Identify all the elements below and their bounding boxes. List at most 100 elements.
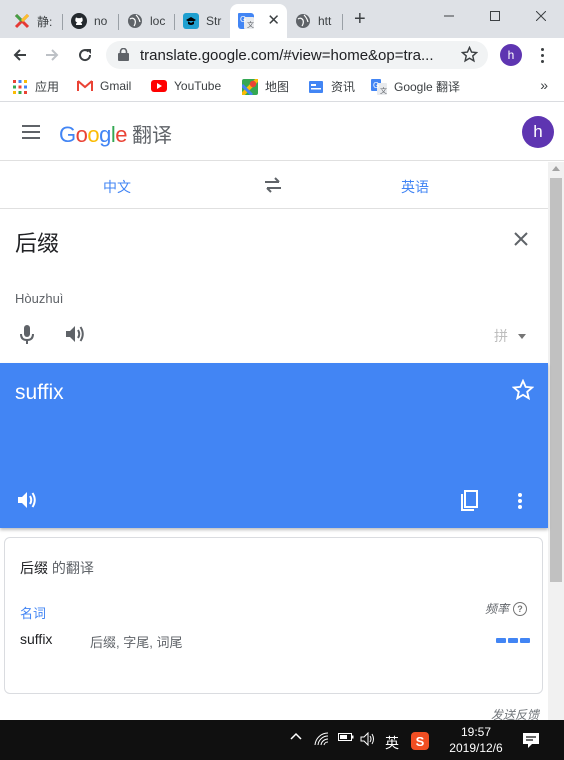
back-arrow-icon (13, 49, 26, 61)
gmail-icon (77, 78, 93, 94)
tab-github[interactable]: no (63, 4, 119, 38)
battery-button[interactable] (338, 732, 354, 742)
source-language-button[interactable]: 中文 (103, 177, 131, 197)
help-icon[interactable]: ? (513, 601, 528, 616)
input-method-selector[interactable]: 拼 (494, 326, 526, 346)
bookmark-google-translate[interactable]: G文 Google 翻译 (371, 78, 460, 95)
tab-loc[interactable]: loc (119, 4, 175, 38)
scroll-up-arrow-icon[interactable] (552, 166, 560, 171)
dictionary-title: 后缀 的翻译 (20, 558, 94, 578)
colorful-x-icon (14, 13, 30, 29)
pinyin-ime-label: 拼 (494, 328, 508, 344)
forward-arrow-icon (46, 49, 59, 61)
show-hidden-icons-button[interactable] (290, 732, 302, 740)
close-window-button[interactable] (518, 0, 564, 32)
address-bar[interactable]: translate.google.com/#view=home&op=tra..… (106, 41, 488, 69)
tab-label: Str (206, 14, 222, 28)
lock-icon (118, 47, 129, 66)
frequency-header: 频率 ? (485, 600, 528, 617)
account-avatar[interactable]: h (522, 116, 554, 148)
browser-toolbar: translate.google.com/#view=home&op=tra..… (0, 38, 564, 72)
close-icon (536, 11, 546, 21)
bookmark-youtube[interactable]: YouTube (151, 78, 221, 94)
swap-icon (265, 177, 281, 193)
svg-text:文: 文 (380, 86, 387, 95)
transliteration: Hòuzhuì (15, 291, 64, 306)
part-of-speech: 名词 (20, 606, 47, 621)
translation-result-panel: suffix (0, 363, 548, 528)
frequency-bars (496, 638, 530, 643)
frequency-bar (508, 638, 518, 643)
google-translate-logo[interactable]: Google 翻译 (59, 119, 172, 148)
sogou-ime-icon[interactable]: S (411, 732, 429, 750)
tab-google-translate[interactable]: G文 ✕ (230, 4, 287, 38)
profile-button[interactable]: h (500, 44, 522, 66)
tab-htt[interactable]: htt (287, 4, 343, 38)
maximize-button[interactable] (472, 0, 518, 32)
reload-icon (79, 49, 92, 62)
bookmark-label: Google 翻译 (394, 80, 461, 94)
minimize-button[interactable] (426, 0, 472, 32)
globe-icon (127, 13, 143, 29)
action-center-button[interactable] (522, 731, 540, 754)
svg-text:G: G (373, 81, 379, 90)
browser-menu-icon[interactable] (534, 44, 550, 66)
save-translation-button[interactable] (511, 378, 535, 406)
copy-translation-button[interactable] (458, 490, 480, 517)
listen-translation-button[interactable] (16, 490, 38, 515)
network-button[interactable] (314, 732, 330, 746)
logo-letter-o2: o (87, 122, 100, 147)
logo-letter-o1: o (75, 122, 88, 147)
source-text-input[interactable]: 后缀 (15, 226, 59, 258)
google-translate-icon: G文 (371, 78, 387, 95)
swap-languages-button[interactable] (263, 176, 283, 199)
youtube-icon (151, 78, 167, 94)
svg-text:G: G (240, 15, 246, 24)
translation-text: suffix (15, 381, 64, 404)
voice-input-button[interactable] (18, 324, 36, 351)
dictionary-title-word: 后缀 (20, 560, 48, 576)
listen-source-button[interactable] (64, 324, 86, 349)
dictionary-entry-synonyms[interactable]: 后缀, 字尾, 词尾 (90, 632, 182, 651)
bookmark-label: 地图 (265, 80, 290, 94)
bookmark-star-icon[interactable] (460, 45, 479, 68)
forward-button[interactable] (40, 43, 64, 67)
tab-label: 静: (37, 14, 53, 29)
wifi-icon (314, 732, 329, 746)
bookmark-maps[interactable]: 地图 (242, 78, 289, 95)
taskbar-clock[interactable]: 19:57 2019/12/6 (443, 724, 509, 756)
tab-label: no (94, 14, 108, 28)
tab-label: htt (318, 14, 332, 28)
language-bar: 中文 英语 (0, 162, 548, 209)
hamburger-menu-icon[interactable] (22, 125, 40, 139)
more-options-icon[interactable] (516, 491, 524, 511)
back-button[interactable] (8, 43, 32, 67)
clear-source-button[interactable] (512, 230, 530, 253)
dictionary-entry-word[interactable]: suffix (20, 631, 52, 647)
clock-date: 2019/12/6 (449, 741, 503, 755)
close-tab-icon[interactable]: ✕ (267, 13, 280, 29)
reload-button[interactable] (73, 43, 97, 67)
bookmark-news[interactable]: 资讯 (308, 78, 355, 95)
bookmark-gmail[interactable]: Gmail (77, 78, 131, 94)
tab-str[interactable]: Str (175, 4, 231, 38)
browser-tab-strip: 静: no loc Str G文 ✕ htt + (0, 0, 564, 38)
target-language-button[interactable]: 英语 (401, 177, 429, 197)
bookmarks-bar: 应用 Gmail YouTube 地图 资讯 G文 Google 翻译 » (0, 72, 564, 102)
bookmark-label: Gmail (100, 79, 132, 93)
tab-separator (342, 14, 343, 30)
new-tab-button[interactable]: + (354, 9, 366, 29)
volume-button[interactable] (360, 732, 376, 746)
dictionary-title-suffix: 的翻译 (48, 560, 94, 576)
bookmarks-more-button[interactable]: » (540, 77, 548, 93)
input-language-indicator[interactable]: 英 (385, 733, 399, 753)
minimize-icon (444, 15, 454, 17)
news-icon (308, 79, 324, 95)
bookmark-apps[interactable]: 应用 (12, 78, 59, 95)
battery-icon (338, 733, 354, 741)
logo-letter-g: G (59, 122, 76, 147)
chevron-down-icon (518, 333, 526, 339)
tab-jing[interactable]: 静: (6, 4, 63, 38)
scrollbar-thumb[interactable] (550, 178, 562, 582)
close-icon (514, 232, 528, 246)
